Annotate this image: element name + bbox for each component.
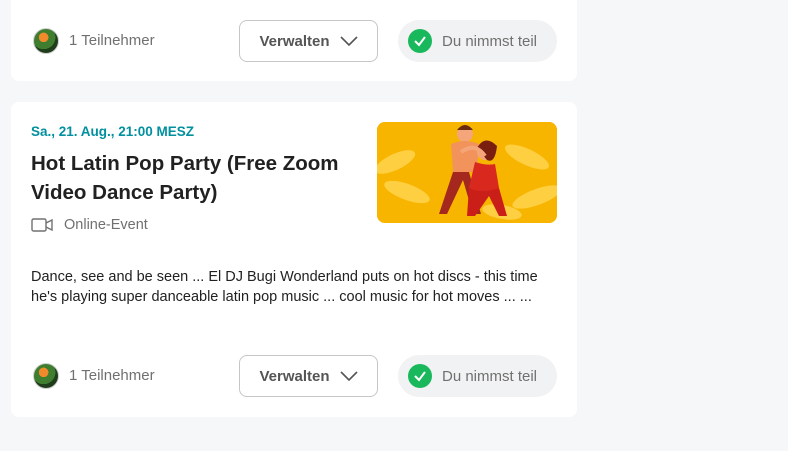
manage-button-label: Verwalten: [259, 367, 330, 385]
event-date: Sa., 21. Aug., 21:00 MESZ: [31, 124, 195, 139]
manage-button[interactable]: Verwalten: [239, 20, 378, 62]
attendee-count[interactable]: 1 Teilnehmer: [69, 367, 155, 384]
event-card[interactable]: 1 Teilnehmer Verwalten Du nimmst teil: [11, 0, 577, 81]
attendee-count[interactable]: 1 Teilnehmer: [69, 32, 155, 49]
check-circle-icon: [408, 364, 432, 388]
chevron-down-icon: [339, 371, 358, 381]
attending-status-label: Du nimmst teil: [442, 32, 538, 50]
attendee-avatar[interactable]: [33, 363, 59, 389]
attending-status: Du nimmst teil: [398, 20, 557, 62]
attending-status: Du nimmst teil: [398, 355, 557, 397]
manage-button[interactable]: Verwalten: [239, 355, 378, 397]
attending-status-label: Du nimmst teil: [442, 367, 538, 385]
event-venue-label: Online-Event: [64, 217, 148, 233]
event-card-footer: 1 Teilnehmer Verwalten Du nimmst teil: [32, 355, 557, 397]
manage-button-label: Verwalten: [259, 32, 330, 50]
attendee-avatar[interactable]: [33, 28, 59, 54]
event-description: Dance, see and be seen ... El DJ Bugi Wo…: [31, 269, 538, 305]
event-venue: Online-Event: [31, 217, 148, 233]
event-card[interactable]: Sa., 21. Aug., 21:00 MESZ Hot Latin Pop …: [11, 102, 577, 417]
event-thumbnail[interactable]: [377, 122, 557, 223]
chevron-down-icon: [339, 36, 358, 46]
video-camera-icon: [31, 218, 53, 232]
event-title[interactable]: Hot Latin Pop Party (Free Zoom Video Dan…: [31, 149, 361, 207]
check-circle-icon: [408, 29, 432, 53]
event-card-footer: 1 Teilnehmer Verwalten Du nimmst teil: [32, 20, 557, 62]
